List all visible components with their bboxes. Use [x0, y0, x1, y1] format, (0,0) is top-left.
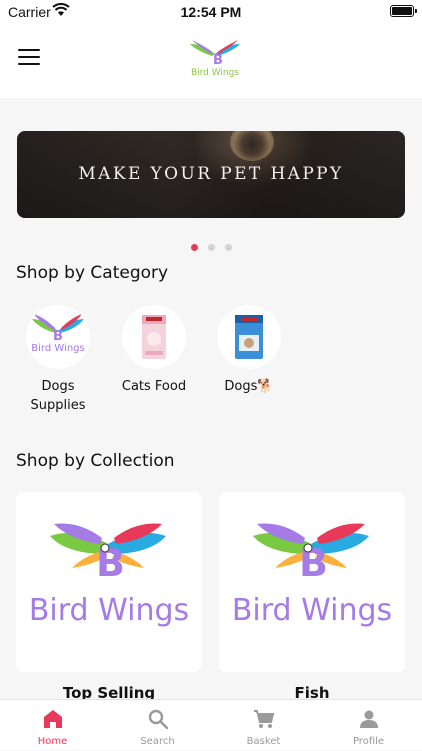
- category-section-title: Shop by Category: [16, 263, 169, 283]
- profile-icon: [359, 710, 378, 728]
- bird-wings-logo: B Bird Wings: [190, 40, 240, 78]
- search-icon: [148, 709, 168, 730]
- svg-text:B: B: [96, 541, 125, 585]
- svg-text:B: B: [299, 541, 328, 585]
- category-label: Dogs🐕: [224, 379, 274, 394]
- svg-text:B: B: [213, 53, 223, 68]
- category-label: Cats Food: [121, 379, 187, 394]
- status-bar: Carrier 12:54 PM: [0, 0, 422, 24]
- carousel-dot-active[interactable]: [190, 244, 198, 251]
- promo-banner[interactable]: MAKE YOUR PET HAPPY: [17, 131, 405, 218]
- tab-label: Basket: [246, 736, 281, 747]
- logo-text: Bird Wings: [232, 593, 392, 628]
- logo-text: Bird Wings: [29, 593, 189, 628]
- tab-basket[interactable]: Basket: [211, 700, 316, 751]
- category-item-dogs[interactable]: Dogs🐕: [204, 305, 294, 396]
- category-item-cats-food[interactable]: Cats Food: [109, 305, 199, 396]
- category-image: [122, 305, 186, 369]
- category-image: B Bird Wings: [26, 305, 90, 369]
- collection-card-fish[interactable]: B Bird Wings: [219, 492, 405, 672]
- tab-label: Search: [140, 736, 175, 747]
- bird-wings-logo: B Bird Wings: [31, 314, 85, 354]
- tab-profile[interactable]: Profile: [316, 700, 421, 751]
- carousel-dot[interactable]: [207, 244, 215, 251]
- bottom-tab-bar: Home Search Basket Profile: [0, 699, 422, 750]
- cat-food-bag-icon: [142, 315, 166, 359]
- category-label: Dogs Supplies: [30, 379, 86, 413]
- bird-wings-logo: B Bird Wings: [29, 523, 189, 628]
- svg-text:B: B: [53, 329, 63, 344]
- category-item-dogs-supplies[interactable]: B Bird Wings Dogs Supplies: [13, 305, 103, 415]
- tab-label: Home: [37, 736, 68, 747]
- collection-card-top-selling[interactable]: B Bird Wings: [16, 492, 202, 672]
- tab-label: Profile: [352, 736, 385, 747]
- dog-food-bag-icon: [235, 315, 263, 359]
- logo-text: Bird Wings: [191, 68, 239, 78]
- carousel-dots: [0, 236, 422, 255]
- app-header: B Bird Wings: [0, 24, 422, 98]
- tab-home[interactable]: Home: [0, 700, 105, 751]
- svg-text:Bird Wings: Bird Wings: [31, 343, 84, 354]
- collection-section-title: Shop by Collection: [16, 451, 175, 471]
- menu-button[interactable]: [18, 49, 40, 67]
- banner-caption: MAKE YOUR PET HAPPY: [78, 164, 344, 184]
- basket-icon: [253, 710, 274, 728]
- category-list: B Bird Wings Dogs Supplies Cats Food Dog…: [0, 305, 422, 425]
- home-icon: [43, 710, 62, 728]
- category-image: [217, 305, 281, 369]
- hamburger-icon: [18, 49, 40, 51]
- clock: 12:54 PM: [180, 4, 242, 20]
- carousel-dot[interactable]: [224, 244, 232, 251]
- battery-icon: [390, 5, 417, 17]
- bird-wings-logo: B Bird Wings: [232, 523, 392, 628]
- tab-search[interactable]: Search: [105, 700, 210, 751]
